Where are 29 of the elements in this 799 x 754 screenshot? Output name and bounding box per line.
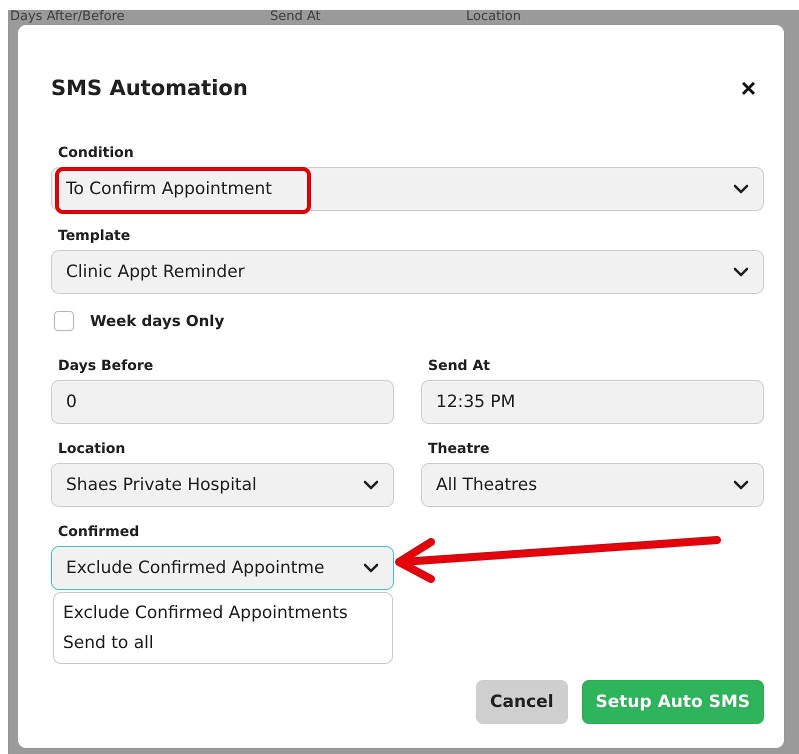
column-header: Send At [270, 10, 322, 25]
select-field[interactable]: All Theatres [421, 463, 764, 507]
select-field[interactable]: To Confirm Appointment [51, 167, 764, 211]
cancel-button[interactable]: Cancel [476, 680, 568, 724]
chevron-down-icon [363, 563, 379, 573]
field-label: Template [57, 228, 132, 244]
field-label: Days Before [57, 358, 154, 374]
field-label: Condition [57, 145, 135, 161]
column-header: Location [466, 10, 522, 25]
field-label: Confirmed [57, 524, 140, 540]
field-label: Theatre [427, 441, 491, 457]
field-label: Send At [427, 358, 491, 374]
chevron-down-icon [733, 480, 749, 490]
dropdown-option[interactable]: Exclude Confirmed Appointments [63, 601, 383, 625]
chevron-down-icon [733, 184, 749, 194]
dialog-title: SMS Automation [51, 76, 248, 100]
select-field[interactable]: Shaes Private Hospital [51, 463, 394, 507]
select-field[interactable]: Exclude Confirmed Appointme [51, 546, 394, 590]
close-button[interactable]: × [732, 75, 764, 101]
dropdown-option[interactable]: Send to all [63, 631, 383, 655]
chevron-down-icon [733, 267, 749, 277]
column-header: Days After/Before [10, 10, 126, 25]
field-label: Location [57, 441, 126, 457]
chevron-down-icon [363, 480, 379, 490]
checkbox[interactable] [54, 311, 74, 331]
checkbox-label: Week days Only [90, 312, 224, 330]
input-field[interactable]: 0 [51, 380, 394, 424]
select-field[interactable]: Clinic Appt Reminder [51, 250, 764, 294]
input-field[interactable]: 12:35 PM [421, 380, 764, 424]
